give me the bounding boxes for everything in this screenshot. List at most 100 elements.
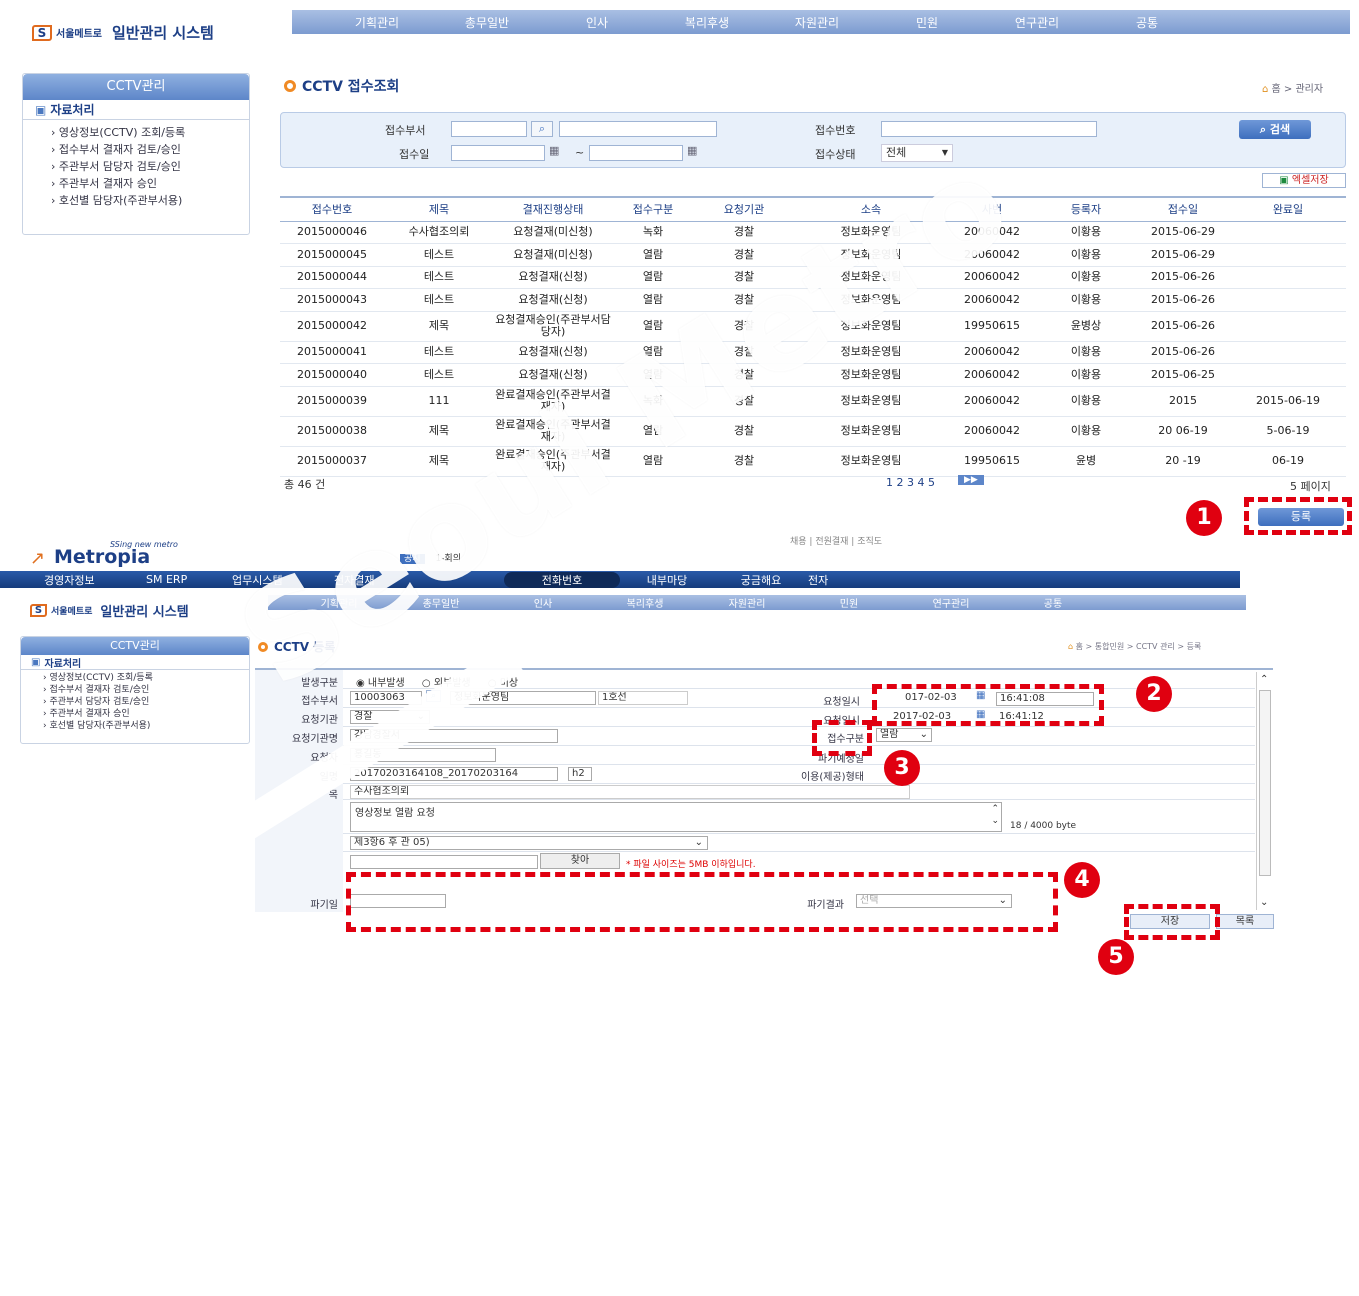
sidebar-item[interactable]: › 주관부서 담당자 검토/승인 (43, 696, 249, 708)
sidebar-item[interactable]: › 접수부서 결재자 검토/승인 (43, 684, 249, 696)
scroll-thumb[interactable] (1259, 690, 1271, 876)
sidebar-item-label: 접수부서 결재자 검토/승인 (49, 685, 150, 695)
portal-nav-item[interactable]: 궁금해요 (714, 572, 808, 588)
sidebar-item-label: 영상정보(CCTV) 조회/등록 (49, 673, 153, 683)
search-button-label: 검색 (1269, 123, 1291, 136)
table-cell: 이황용 (1036, 416, 1136, 447)
list-button-label: 목록 (1235, 916, 1255, 927)
nav-item[interactable]: 자원관리 (762, 14, 872, 31)
page-count: 5 페이지 (1290, 480, 1331, 493)
col-header[interactable]: 접수구분 (612, 196, 694, 222)
table-cell: 테스트 (384, 363, 494, 387)
col-header[interactable]: 접수번호 (280, 196, 384, 222)
sidebar-item[interactable]: › 영상정보(CCTV) 조회/등록 (51, 124, 249, 141)
sidebar-item-label: 주관부서 담당자 검토/승인 (49, 697, 150, 707)
annotation-box-1 (1244, 497, 1352, 535)
receipt-no-input[interactable] (881, 121, 1097, 137)
table-cell: 이황용 (1036, 266, 1136, 289)
search-button[interactable]: ⌕ 검색 (1239, 120, 1311, 139)
calendar-icon[interactable]: ▦ (687, 144, 697, 157)
table-cell (1230, 266, 1346, 289)
scroll-up-icon[interactable]: ⌃ (1260, 674, 1268, 685)
col-header[interactable]: 결재진행상태 (494, 196, 612, 222)
nav-item[interactable]: 민원 (798, 595, 900, 610)
col-header[interactable]: 제목 (384, 196, 494, 222)
status-value: 전체 (886, 146, 907, 159)
col-header[interactable]: 요청기관 (694, 196, 794, 222)
radio-internal[interactable]: ◉ 내부발생 (356, 678, 405, 689)
table-cell: 테스트 (384, 341, 494, 364)
nav-item[interactable]: 자원관리 (696, 595, 798, 610)
page-title: CCTV 접수조회 (284, 76, 399, 96)
table-cell (1230, 341, 1346, 364)
table-cell: 20 -19 (1136, 446, 1230, 477)
sidebar-item[interactable]: › 호선별 담당자(주관부서용) (51, 192, 249, 209)
annotation-badge: 1 (1186, 500, 1222, 536)
table-cell: 요청결재(신청) (494, 266, 612, 289)
col-header[interactable]: 완료일 (1230, 196, 1346, 222)
form-scrollbar[interactable]: ⌃ ⌄ (1256, 672, 1272, 910)
portal-brand-name: Metropia (54, 546, 151, 568)
nav-item[interactable]: 공통 (1002, 595, 1104, 610)
logo-text: 서울메트로 (56, 29, 102, 40)
scroll-down-icon[interactable]: ⌄ (1260, 897, 1268, 908)
table-cell (1230, 243, 1346, 267)
table-cell: 5-06-19 (1230, 416, 1346, 447)
scroll-updown-icon[interactable]: ⌃ ⌄ (991, 803, 999, 827)
annotation-badge: 4 (1064, 862, 1100, 898)
table-cell: 이황용 (1036, 386, 1136, 417)
nav-item[interactable]: 복리후생 (652, 14, 762, 31)
start-date-input[interactable] (451, 145, 545, 161)
sidebar-item[interactable]: › 주관부서 담당자 검토/승인 (51, 158, 249, 175)
table-row[interactable]: 2015000038 제목 완료결재승인(주관부서결재자) 열람 경찰 정보화운영팀 200… (280, 416, 1346, 447)
top-nav: 기획관리 총무일반 인사 복리후생 자원관리 민원 연구관리 공통 (292, 10, 1350, 34)
portal-nav-item[interactable]: SM ERP (146, 573, 232, 586)
end-date-input[interactable] (589, 145, 683, 161)
sidebar-item-label: 호선별 담당자(주관부서용) (58, 194, 183, 207)
dept-code-input[interactable] (451, 121, 527, 137)
nav-item[interactable]: 인사 (492, 595, 594, 610)
sidebar-item[interactable]: › 영상정보(CCTV) 조회/등록 (43, 672, 249, 684)
table-cell: 20060042 (948, 386, 1036, 417)
sidebar-item[interactable]: › 주관부서 결재자 승인 (43, 708, 249, 720)
col-header[interactable]: 등록자 (1036, 196, 1136, 222)
table-cell: 2015000043 (280, 288, 384, 312)
portal-toplinks[interactable]: 채용 | 전원결재 | 조직도 (790, 534, 882, 547)
table-cell: 정보화운영팀 (794, 386, 948, 417)
list-button[interactable]: 목록 (1216, 914, 1274, 929)
table-cell: 테스트 (384, 243, 494, 267)
excel-button[interactable]: ▣ 엑셀저장 (1262, 173, 1346, 188)
annotation-box-3 (812, 720, 872, 756)
sidebar-section-label: 자료처리 (50, 103, 95, 117)
sidebar-item[interactable]: › 접수부서 결재자 검토/승인 (51, 141, 249, 158)
search-icon[interactable]: ⌕ (531, 121, 553, 137)
calendar-icon[interactable]: ▦ (549, 144, 559, 157)
dept-name-input[interactable] (559, 121, 717, 137)
portal-nav-item[interactable]: 전자 (808, 572, 868, 588)
table-cell: 열람 (612, 243, 694, 267)
nav-item[interactable]: 복리후생 (594, 595, 696, 610)
kind-select[interactable]: 열람 ⌄ (876, 728, 932, 742)
portal-nav-item[interactable]: 경영자정보 (44, 572, 146, 588)
sidebar-item[interactable]: › 주관부서 결재자 승인 (51, 175, 249, 192)
search-icon: ⌕ (1259, 123, 1267, 136)
table-cell: 2015-06-26 (1136, 266, 1230, 289)
sidebar-item-label: 접수부서 결재자 검토/승인 (58, 143, 181, 156)
nav-item[interactable]: 연구관리 (982, 14, 1092, 31)
table-cell: 2015-06-25 (1136, 363, 1230, 387)
nav-item[interactable]: 기획관리 (322, 14, 432, 31)
nav-item[interactable]: 총무일반 (432, 14, 542, 31)
nav-item[interactable]: 연구관리 (900, 595, 1002, 610)
nav-item[interactable]: 공통 (1092, 14, 1202, 31)
nav-item[interactable]: 인사 (542, 14, 652, 31)
table-cell: 2015-06-26 (1136, 288, 1230, 312)
next-page-icon[interactable]: ▶▶ (958, 475, 984, 485)
search-panel: 접수부서 ⌕ 접수일 ▦ ~ ▦ 접수번호 접수상태 전체 ▼ ⌕ 검색 (280, 112, 1346, 168)
portal-nav-item[interactable]: 내부마당 (620, 572, 714, 588)
table-cell: 20060042 (948, 416, 1036, 447)
col-header[interactable]: 접수일 (1136, 196, 1230, 222)
nav-item[interactable]: 민원 (872, 14, 982, 31)
sidebar-item[interactable]: › 호선별 담당자(주관부서용) (43, 720, 249, 732)
line-field[interactable]: 1호선 (598, 691, 688, 705)
pagination[interactable]: 1 2 3 4 5 (886, 476, 935, 489)
